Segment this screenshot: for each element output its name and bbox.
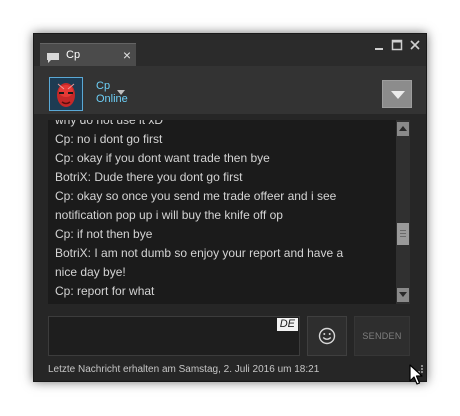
chat-message: Cp: report for what [55, 284, 155, 298]
chat-bubble-icon [47, 50, 59, 63]
send-button[interactable]: SENDEN [354, 316, 410, 356]
avatar[interactable] [49, 77, 83, 111]
chat-message: Cp: if not then bye [55, 227, 153, 241]
language-badge: DE [276, 318, 298, 331]
scroll-down-button[interactable] [397, 288, 409, 302]
friend-name[interactable]: Cp [96, 80, 110, 92]
friend-header: Cp Online [34, 66, 426, 114]
tab-chat-cp[interactable]: Cp × [40, 43, 136, 66]
close-icon [408, 38, 422, 52]
message-list: why do not use it xD Cp: no i dont go fi… [55, 120, 385, 301]
tab-close-button[interactable]: × [123, 47, 131, 63]
emoticon-button[interactable] [307, 316, 347, 356]
chat-message: notification pop up i will buy the knife… [55, 208, 283, 222]
chat-message: BotriX: Dude there you dont go first [55, 170, 243, 184]
message-input[interactable]: DE [48, 316, 300, 356]
chat-message: BotriX: I am not dumb so enjoy your repo… [55, 246, 344, 260]
maximize-button[interactable] [390, 38, 404, 52]
tab-label: Cp [66, 49, 81, 61]
chat-message: why do not use it xD [55, 120, 164, 127]
chat-message: Cp: okay so once you send me trade offee… [55, 189, 337, 203]
friend-status: Online [96, 93, 128, 105]
chat-message: Cp: okay if you dont want trade then bye [55, 151, 270, 165]
message-history[interactable]: why do not use it xD Cp: no i dont go fi… [48, 120, 410, 304]
friend-menu-button[interactable] [382, 80, 412, 108]
chat-window: Cp × Cp Online why do not use it xD Cp: … [33, 33, 427, 382]
minimize-button[interactable] [372, 38, 386, 52]
mouse-cursor-icon [409, 364, 423, 391]
message-scrollbar[interactable] [396, 120, 410, 304]
chat-message: nice day bye! [55, 265, 126, 279]
title-bar[interactable]: Cp × [34, 34, 426, 66]
last-message-info: Letzte Nachricht erhalten am Samstag, 2.… [48, 364, 320, 375]
minimize-icon [372, 38, 386, 52]
scroll-thumb[interactable] [397, 223, 409, 245]
scroll-up-button[interactable] [397, 122, 409, 136]
chat-message: Cp: no i dont go first [55, 132, 163, 146]
maximize-icon [390, 38, 404, 52]
close-button[interactable] [408, 38, 422, 52]
